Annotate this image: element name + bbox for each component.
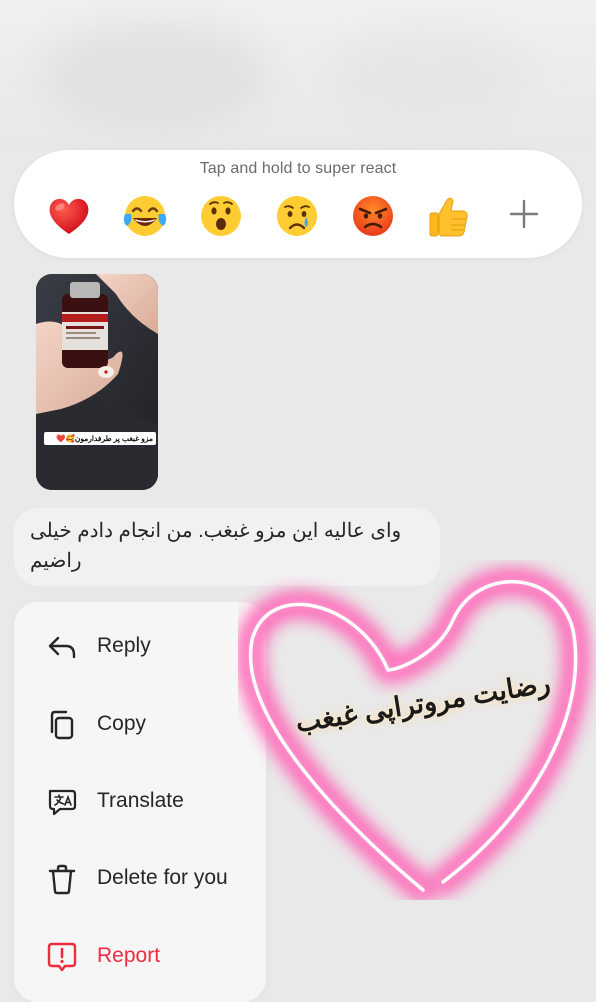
reaction-hint-text: Tap and hold to super react (199, 160, 397, 177)
reaction-wow[interactable] (195, 190, 247, 242)
menu-item-report[interactable]: Report (14, 922, 266, 992)
menu-item-translate[interactable]: Translate (14, 767, 266, 837)
media-caption: مزو غبغب پر طرفدارمون🥰❤️ (44, 432, 156, 445)
reaction-heart[interactable] (43, 190, 95, 242)
reaction-angry[interactable] (347, 190, 399, 242)
trash-icon (46, 863, 78, 895)
menu-item-label: Translate (97, 789, 184, 812)
sticker-text: رضایت مروتراپی غبغب (293, 668, 553, 738)
translate-icon (46, 786, 78, 818)
reaction-bar: Tap and hold to super react (14, 150, 582, 258)
message-bubble[interactable]: وای عالیه این مزو غبغب. من انجام دادم خی… (14, 508, 440, 586)
report-icon (46, 941, 78, 973)
neon-heart-icon (240, 571, 586, 900)
menu-item-copy[interactable]: Copy (14, 690, 266, 760)
thumbs-up-icon (429, 197, 468, 237)
face-with-tears-of-joy-icon (123, 196, 167, 236)
reaction-laugh[interactable] (119, 190, 171, 242)
message-action-menu: Reply Copy Translate Delete for you Repo… (14, 602, 266, 1002)
heart-sticker (238, 560, 596, 900)
red-heart-icon (49, 198, 89, 234)
copy-icon (46, 709, 78, 741)
face-with-open-mouth-icon (201, 196, 241, 236)
menu-item-label: Copy (97, 712, 147, 735)
more-reactions-button[interactable] (500, 190, 548, 238)
plus-icon (509, 199, 539, 229)
message-text: وای عالیه این مزو غبغب. من انجام دادم خی… (30, 520, 402, 572)
media-photo (36, 274, 158, 490)
reaction-sad[interactable] (271, 190, 323, 242)
crying-face-icon (277, 196, 317, 236)
background-blur-shape (40, 20, 270, 130)
reaction-thumbs-up[interactable] (423, 190, 475, 242)
menu-item-delete[interactable]: Delete for you (14, 844, 266, 914)
shared-media-thumbnail[interactable]: مزو غبغب پر طرفدارمون🥰❤️ (36, 274, 158, 490)
reply-arrow-icon (46, 631, 78, 663)
menu-item-label: Delete for you (97, 866, 228, 889)
background-blur-shape (330, 30, 530, 120)
menu-item-label: Report (97, 944, 161, 967)
menu-item-reply[interactable]: Reply (14, 612, 266, 682)
menu-item-label: Reply (97, 634, 151, 657)
angry-face-icon (353, 196, 393, 236)
